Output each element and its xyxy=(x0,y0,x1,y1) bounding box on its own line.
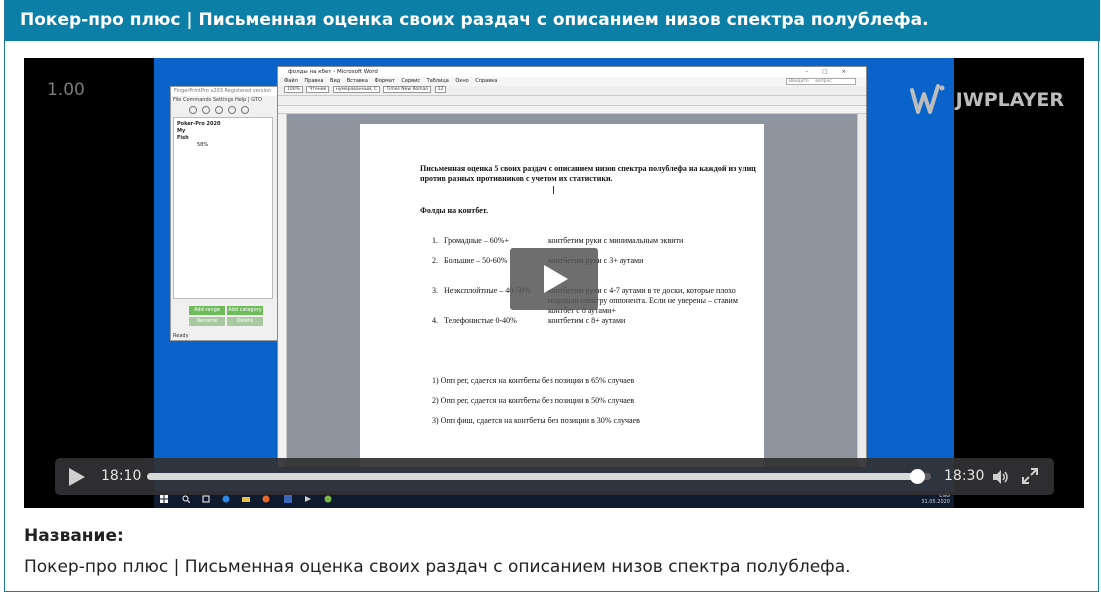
list-left: Громадные – 60%+ xyxy=(444,236,509,245)
word-ruler xyxy=(278,106,866,114)
windows-start-icon xyxy=(160,495,168,503)
reading-mode: Чтение xyxy=(306,86,330,93)
list-left: Большие – 50-60% xyxy=(444,256,508,265)
gear-icon xyxy=(189,106,197,114)
zoom-box: 100% xyxy=(284,86,303,93)
jwplayer-mark-icon xyxy=(909,84,945,114)
control-bar: 18:10 18:30 xyxy=(55,458,1054,495)
word-title: фолды на кбет - Microsoft Word xyxy=(288,69,378,75)
tree-item: Fish xyxy=(177,135,189,141)
list-number: 3. xyxy=(432,286,438,295)
delete-button: Delete xyxy=(227,317,263,326)
document-heading: Письменная оценка 5 своих раздач с описа… xyxy=(420,164,756,183)
big-play-button[interactable] xyxy=(510,248,598,310)
page-title: Покер-про плюс | Письменная оценка своих… xyxy=(5,0,1100,41)
opponent-line: 2) Опп рег, сдается на контбеты без пози… xyxy=(432,396,635,405)
jwplayer-brand: JWPLAYER xyxy=(955,89,1064,111)
task-view-icon xyxy=(202,495,210,503)
word-app-icon xyxy=(284,495,292,503)
list-item: 4. Телефонистые 0-40% контбетим с 8+ аут… xyxy=(432,316,762,326)
list-left: Телефонистые 0-40% xyxy=(444,316,517,325)
taskbar-date: 31.05.2020 xyxy=(921,499,950,505)
jwplayer-logo: JWPLAYER xyxy=(908,80,1064,120)
fingerprint-title: FingerPrintPro v203 Registered version xyxy=(171,87,277,96)
status-text: Ready xyxy=(173,333,189,339)
rename-button: Rename xyxy=(189,317,225,326)
video-player[interactable]: 1.00 FingerPrintPro v203 Registered vers… xyxy=(24,58,1084,508)
app-icon xyxy=(324,495,332,503)
add-category-button: Add category xyxy=(227,306,263,315)
word-vertical-ruler xyxy=(278,114,287,467)
play-button[interactable] xyxy=(69,468,85,486)
tree-item: Poker-Pro 2020 xyxy=(177,121,221,127)
add-range-button: Add range xyxy=(189,306,225,315)
list-item: 1. Громадные – 60%+ контбетим руки с мин… xyxy=(432,236,762,246)
progress-handle[interactable] xyxy=(909,469,925,484)
opponent-line: 3) Опп фиш, сдается на контбеты без пози… xyxy=(432,416,640,425)
text-cursor xyxy=(553,186,554,194)
firefox-icon xyxy=(262,495,270,503)
font-box: Times New Roman xyxy=(383,86,432,93)
fingerprint-window: FingerPrintPro v203 Registered version F… xyxy=(170,86,278,341)
word-toolbar-2 xyxy=(278,96,866,106)
details-label: Название: xyxy=(24,526,124,546)
download-icon xyxy=(228,106,236,114)
window-controls: –□× xyxy=(805,69,860,75)
edge-icon xyxy=(222,495,230,503)
fingerprint-toolbar xyxy=(171,104,277,116)
size-box: 12 xyxy=(434,86,447,93)
video-card: Покер-про плюс | Письменная оценка своих… xyxy=(4,0,1100,592)
details-value: Покер-про плюс | Письменная оценка своих… xyxy=(24,557,851,577)
progress-bar[interactable] xyxy=(147,469,931,484)
word-scrollbar xyxy=(857,114,866,467)
tree-subitem: 58% xyxy=(197,142,209,148)
word-help-box: Введите вопрос xyxy=(786,78,856,85)
search-icon xyxy=(241,106,249,114)
folder-icon xyxy=(242,497,250,502)
playback-speed: 1.00 xyxy=(47,80,85,100)
list-number: 4. xyxy=(432,316,438,325)
word-menu-bar: Файл Правка Вид Вставка Формат Сервис Та… xyxy=(278,77,866,86)
duration: 18:30 xyxy=(944,468,985,484)
word-menu: Файл Правка Вид Вставка Формат Сервис Та… xyxy=(284,78,498,84)
document-subheading: Фолды на контбет. xyxy=(420,206,488,215)
search-icon xyxy=(182,495,190,503)
play-icon xyxy=(544,265,568,293)
list-right: контбетим руки с минимальным эквити xyxy=(548,236,684,245)
word-title-bar: фолды на кбет - Microsoft Word –□× xyxy=(278,67,866,77)
list-number: 1. xyxy=(432,236,438,245)
media-icon xyxy=(305,496,311,502)
fingerprint-tree: Poker-Pro 2020 My Fish 58% xyxy=(173,117,273,299)
current-time: 18:10 xyxy=(101,468,142,484)
list-number: 2. xyxy=(432,256,438,265)
volume-icon[interactable] xyxy=(991,468,1009,486)
word-toolbar: 100% Чтение нумерованный, С Times New Ro… xyxy=(278,86,866,96)
folder-icon xyxy=(215,106,223,114)
tree-item: My xyxy=(177,128,186,134)
users-icon xyxy=(202,106,210,114)
fullscreen-icon[interactable] xyxy=(1021,467,1039,485)
style-box: нумерованный, С xyxy=(332,86,381,93)
opponent-line: 1) Опп рег, сдается на контбеты без пози… xyxy=(432,376,635,385)
list-right: контбетим с 8+ аутами xyxy=(548,316,626,325)
progress-fill xyxy=(147,473,918,480)
fingerprint-menu: File Commands Settings Help | GTO xyxy=(173,97,262,103)
